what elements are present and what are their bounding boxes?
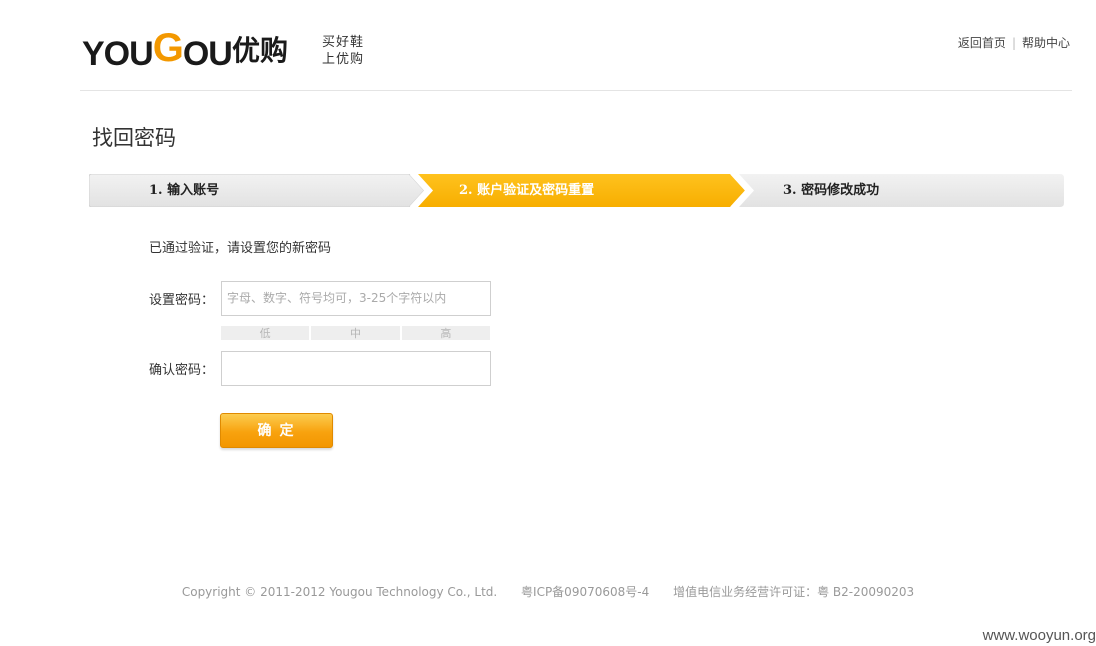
logo-chinese: 优购 (232, 34, 289, 67)
footer: Copyright © 2011-2012 Yougou Technology … (0, 583, 1096, 600)
step-1-label: 1. 输入账号 (149, 183, 220, 198)
progress-steps: 1. 输入账号 2. 账户验证及密码重置 3. 密码修改成功 (89, 174, 1064, 207)
slogan-line1: 买好鞋 (322, 35, 365, 50)
strength-high: 高 (401, 326, 490, 340)
link-divider: | (1011, 36, 1016, 50)
header-divider (80, 90, 1072, 91)
step-1-shape (89, 174, 425, 207)
verification-message: 已通过验证，请设置您的新密码 (149, 241, 332, 256)
step-3-label: 3. 密码修改成功 (783, 183, 880, 198)
new-password-input[interactable] (221, 281, 491, 316)
footer-license: 增值电信业务经营许可证：粤 B2-20090203 (673, 585, 915, 599)
confirm-password-label: 确认密码： (149, 363, 215, 378)
back-home-link[interactable]: 返回首页 (958, 36, 1006, 50)
page-title: 找回密码 (92, 126, 176, 150)
slogan: 买好鞋 上优购 (322, 34, 382, 68)
footer-copyright: Copyright © 2011-2012 Yougou Technology … (181, 585, 498, 599)
password-strength-meter: 低 中 高 (221, 326, 490, 340)
footer-icp: 粤ICP备09070608号-4 (521, 585, 650, 599)
watermark: www.wooyun.org (982, 627, 1096, 644)
confirm-button[interactable]: 确定 (220, 413, 333, 448)
strength-low: 低 (221, 326, 310, 340)
help-center-link[interactable]: 帮助中心 (1022, 36, 1070, 50)
strength-medium: 中 (311, 326, 400, 340)
new-password-label: 设置密码： (149, 293, 215, 308)
top-links: 返回首页 | 帮助中心 (958, 34, 1070, 51)
slogan-line2: 上优购 (322, 52, 365, 67)
confirm-password-input[interactable] (221, 351, 491, 386)
step-2-label: 2. 账户验证及密码重置 (459, 183, 595, 198)
logo-wordmark: YOUGOU (82, 26, 233, 73)
